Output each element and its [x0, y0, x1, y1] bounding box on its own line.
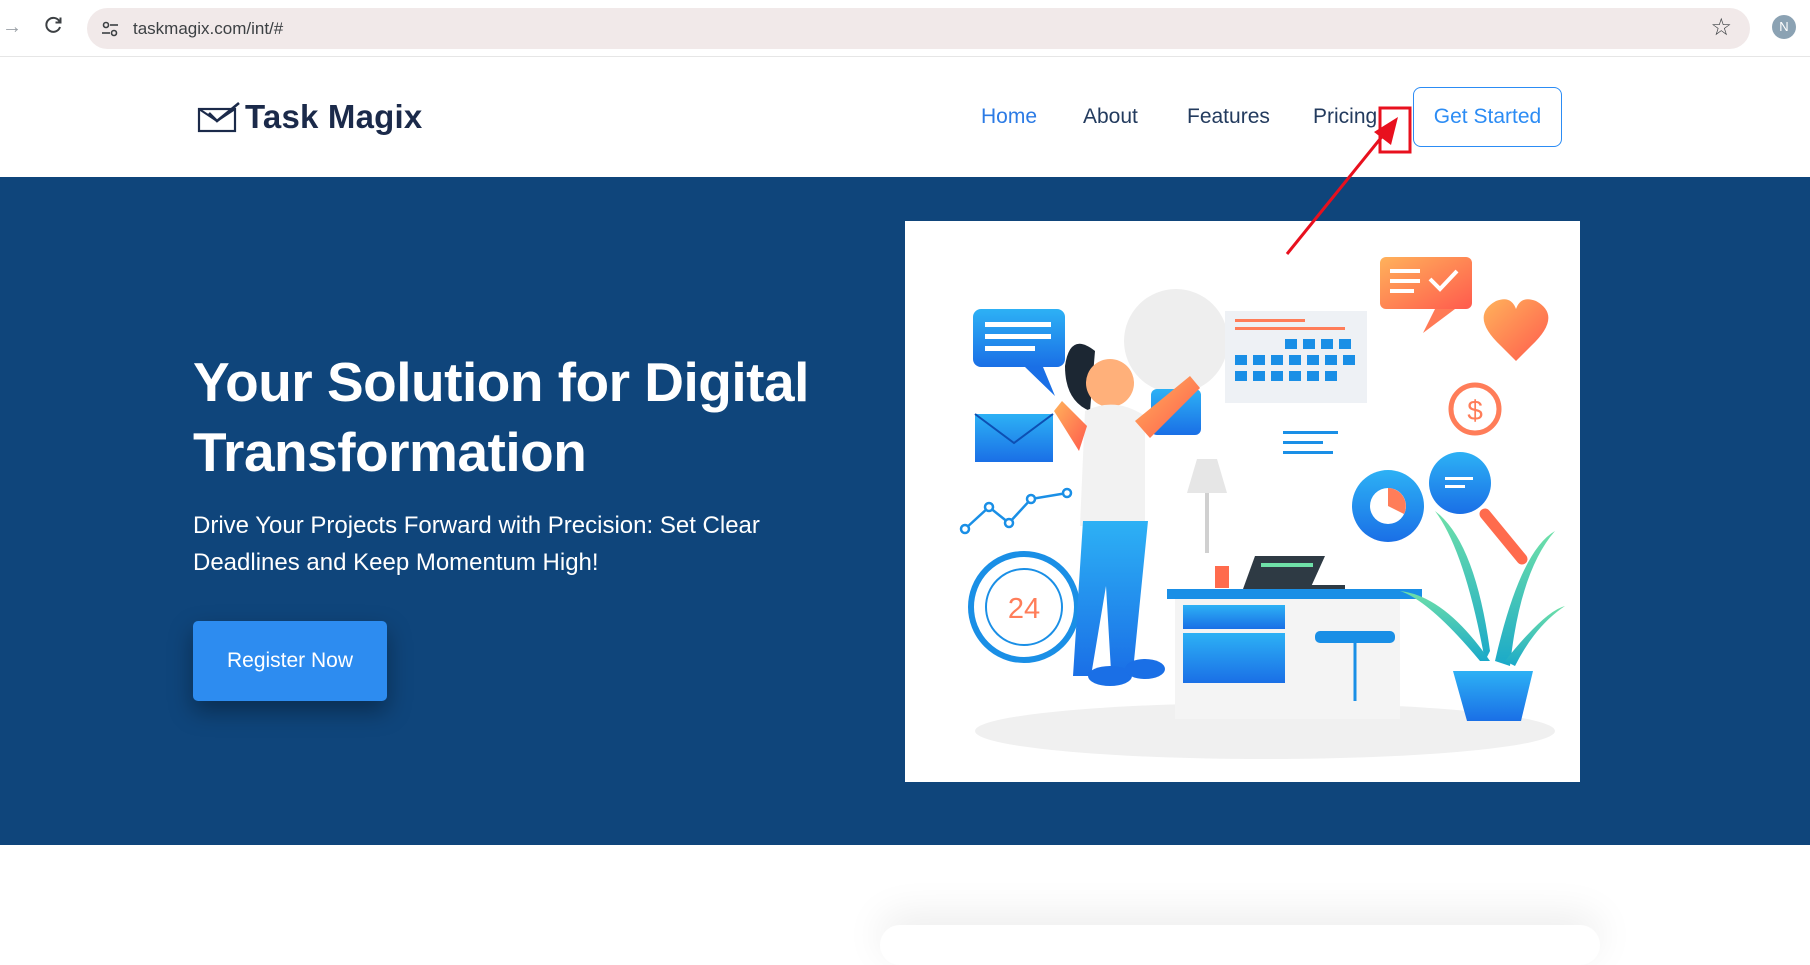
checklist-bubble-icon: [1380, 257, 1472, 333]
content-card-edge: [880, 925, 1600, 965]
hero-section: Your Solution for Digital Transformation…: [0, 177, 1810, 845]
calendar-icon: [1225, 311, 1367, 454]
hero-title: Your Solution for Digital Transformation: [193, 351, 809, 483]
task-envelope-icon: [197, 101, 240, 133]
hero-subtitle: Drive Your Projects Forward with Precisi…: [193, 512, 760, 576]
svg-text:24: 24: [1008, 593, 1040, 625]
desk-figure: [1167, 556, 1422, 719]
below-fold-section: [0, 845, 1810, 952]
plant-icon: [1400, 511, 1565, 721]
profile-avatar[interactable]: N: [1772, 15, 1796, 39]
brand-name: Task Magix: [245, 98, 423, 135]
svg-text:$: $: [1467, 395, 1483, 426]
chat-bubble-icon: [973, 309, 1065, 396]
get-started-button[interactable]: Get Started: [1413, 87, 1562, 147]
clock-24-icon: 24: [968, 551, 1080, 663]
reload-icon[interactable]: [42, 15, 66, 39]
site-info-icon[interactable]: [99, 18, 121, 40]
address-bar[interactable]: taskmagix.com/int/# ☆: [87, 8, 1750, 49]
bookmark-star-icon[interactable]: ☆: [1710, 15, 1732, 41]
hero-illustration: 24 $: [905, 221, 1580, 782]
browser-toolbar: → taskmagix.com/int/# ☆ N: [0, 0, 1810, 57]
url-text[interactable]: taskmagix.com/int/#: [133, 19, 283, 39]
nav-about[interactable]: About: [1083, 105, 1138, 129]
trend-line-icon: [959, 487, 1073, 535]
site-header: Task Magix Home About Features Pricing G…: [0, 57, 1810, 177]
gear-icon: [1352, 470, 1424, 542]
magnifier-icon: [1429, 452, 1528, 565]
desk-lamp-icon: [1187, 459, 1227, 553]
heart-icon: [1483, 299, 1549, 361]
brand-logo[interactable]: Task Magix: [197, 95, 422, 139]
dollar-coin-icon: $: [1448, 382, 1502, 436]
nav-features[interactable]: Features: [1187, 105, 1270, 129]
nav-home[interactable]: Home: [981, 105, 1037, 129]
forward-arrow-icon[interactable]: →: [2, 17, 22, 37]
nav-pricing[interactable]: Pricing: [1313, 105, 1377, 129]
register-now-button[interactable]: Register Now: [193, 621, 387, 701]
mail-envelope-icon: [974, 413, 1054, 462]
